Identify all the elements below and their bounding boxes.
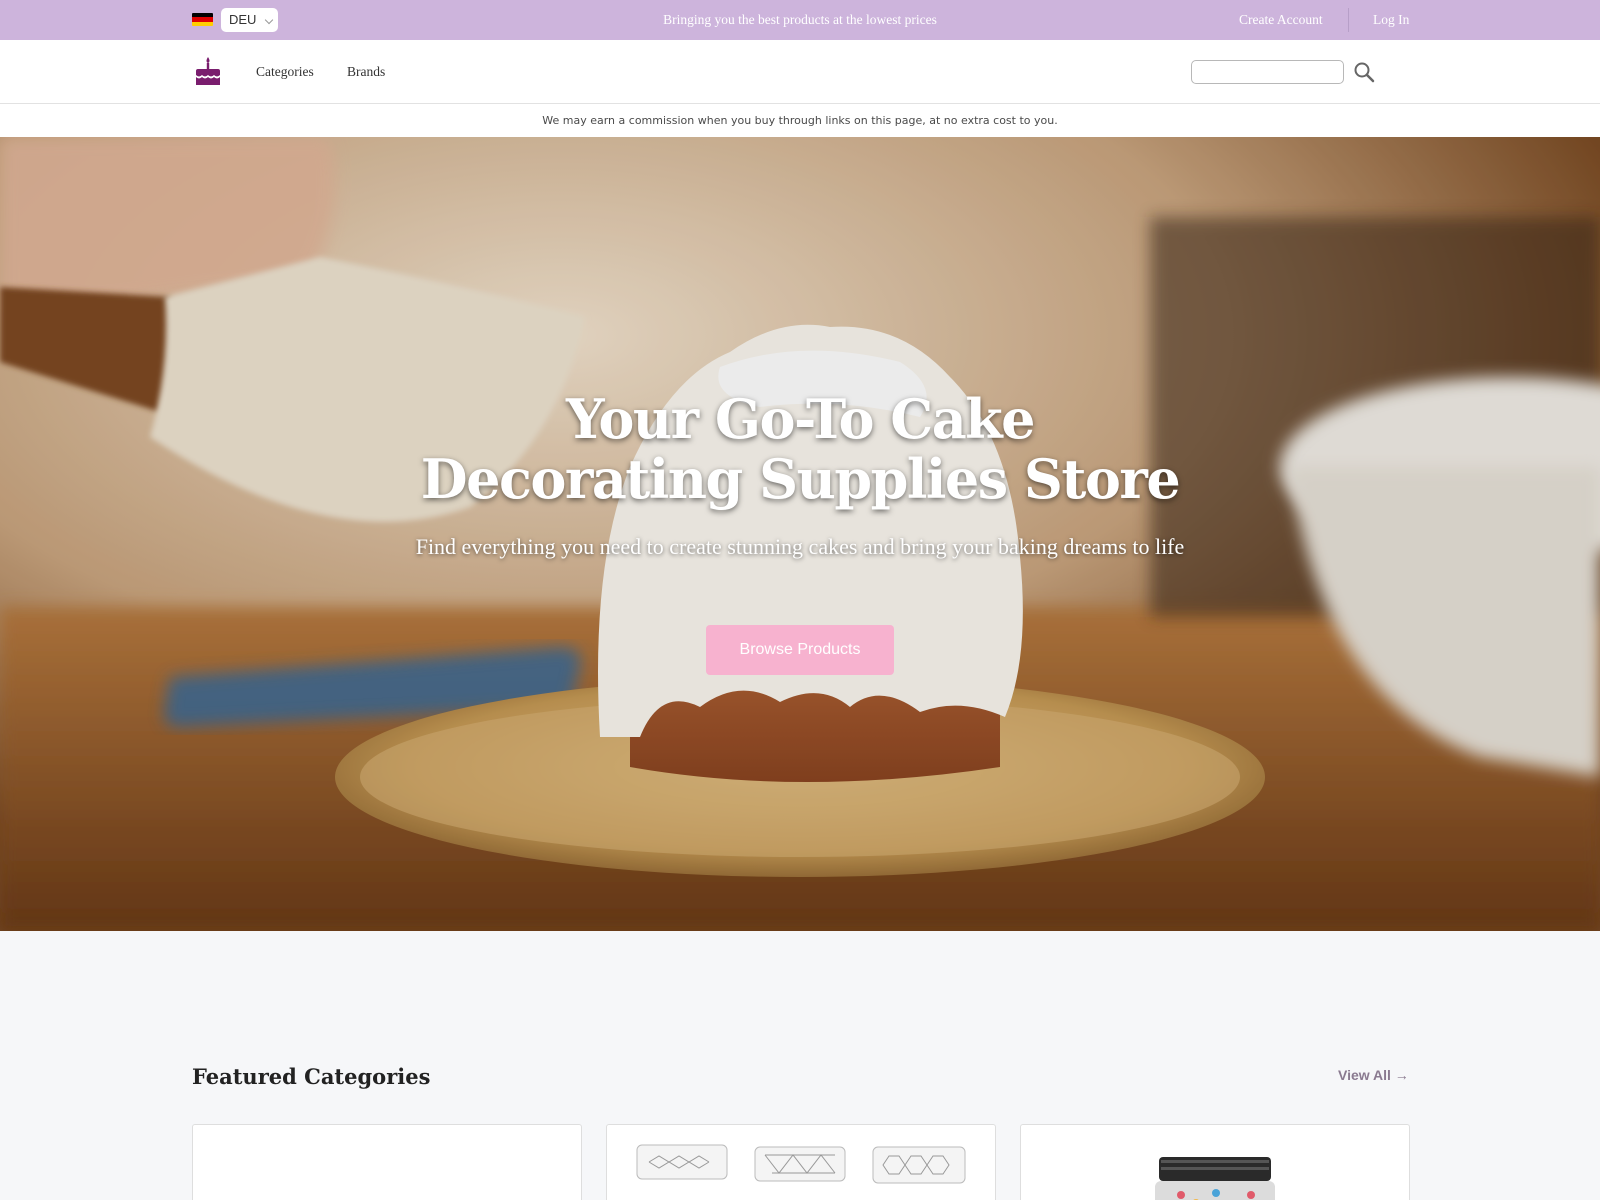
sprinkles-jar-product-image <box>1155 1157 1275 1200</box>
view-all-link[interactable]: View All → <box>1338 1067 1409 1083</box>
category-card[interactable] <box>1020 1124 1410 1200</box>
search-input[interactable] <box>1191 60 1344 84</box>
cake-mold-product-image <box>636 1144 966 1184</box>
main-nav: Categories Brands <box>0 40 1600 104</box>
hero-subtitle: Find everything you need to create stunn… <box>415 534 1185 559</box>
hero-title: Your Go-To Cake Decorating Supplies Stor… <box>0 389 1600 509</box>
search-icon[interactable] <box>1353 61 1375 83</box>
birthday-cake-icon[interactable] <box>194 55 222 87</box>
login-link[interactable]: Log In <box>1373 12 1409 28</box>
topbar-divider <box>1348 8 1349 32</box>
featured-categories-title: Featured Categories <box>192 1064 431 1089</box>
hero-title-text: Your Go-To Cake Decorating Supplies Stor… <box>420 387 1181 511</box>
nav-categories-link[interactable]: Categories <box>256 64 314 80</box>
category-card[interactable] <box>606 1124 996 1200</box>
tagline: Bringing you the best products at the lo… <box>663 12 937 27</box>
create-account-link[interactable]: Create Account <box>1239 12 1323 28</box>
browse-products-button[interactable]: Browse Products <box>706 625 894 675</box>
hero-banner: Your Go-To Cake Decorating Supplies Stor… <box>0 137 1600 931</box>
category-card[interactable] <box>192 1124 582 1200</box>
announcement-bar: DEU Bringing you the best products at th… <box>0 0 1600 40</box>
nav-brands-link[interactable]: Brands <box>347 64 385 80</box>
affiliate-disclosure: We may earn a commission when you buy th… <box>0 104 1600 137</box>
